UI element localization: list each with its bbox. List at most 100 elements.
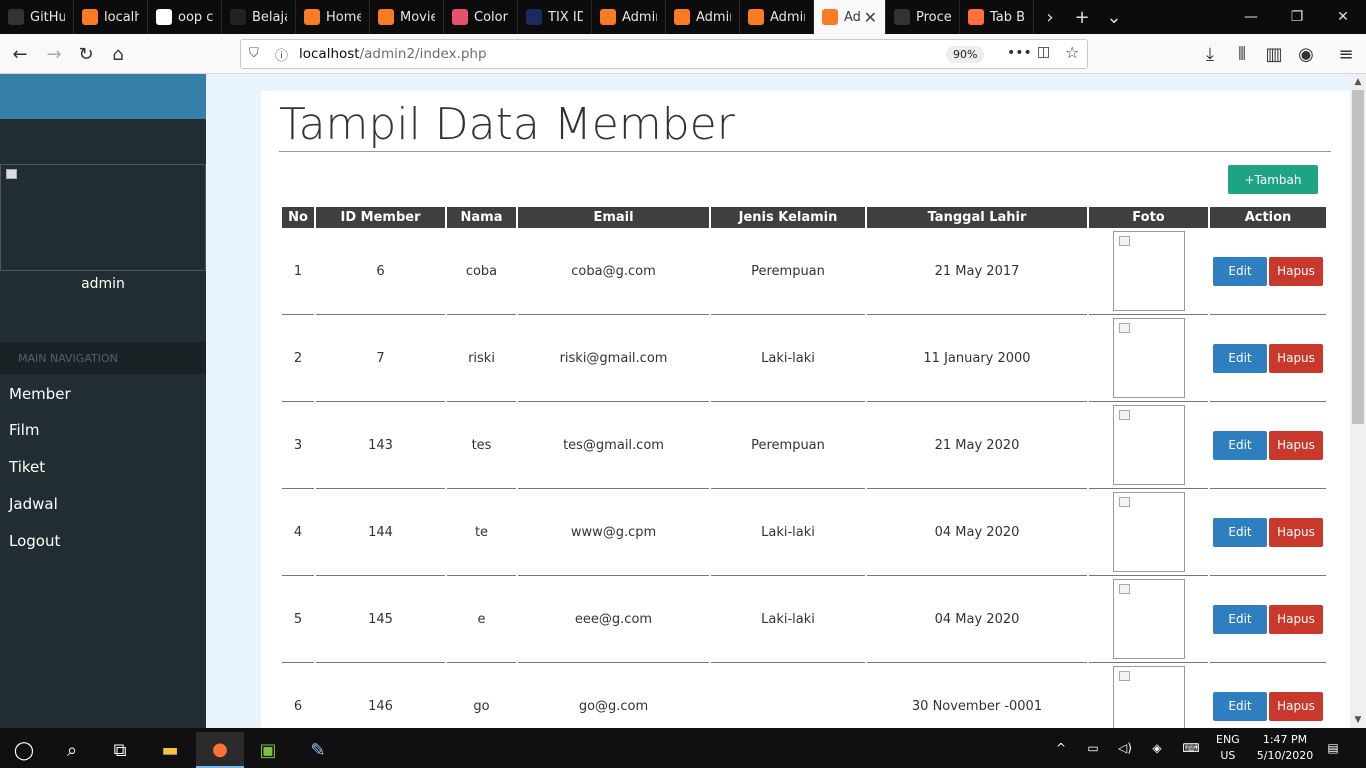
menu-hamburger-icon[interactable]: ≡ — [1332, 40, 1360, 68]
keyboard-icon[interactable]: ⌨ — [1178, 728, 1204, 768]
taskbar-clock[interactable]: 1:47 PM 5/10/2020 — [1250, 732, 1320, 764]
sidebar-item-logout[interactable]: Logout — [9, 532, 60, 550]
sidebar-item-jadwal[interactable]: Jadwal — [9, 495, 58, 513]
tab-label: oop cr — [178, 9, 213, 25]
browser-tab[interactable]: Color — [444, 0, 518, 34]
restore-window-icon[interactable]: ❐ — [1274, 0, 1320, 34]
volume-icon[interactable]: ◁) — [1114, 728, 1136, 768]
bookmark-star-icon[interactable]: ☆ — [1065, 43, 1079, 62]
browser-tab[interactable]: oop cr — [148, 0, 222, 34]
cell-nama: coba — [447, 228, 516, 315]
page-actions-icon[interactable]: ••• — [1007, 45, 1032, 61]
language-code: ENG — [1216, 733, 1240, 746]
close-window-icon[interactable]: ✕ — [1320, 0, 1366, 34]
library-icon[interactable]: ⫴ — [1228, 40, 1256, 68]
codepolitan-icon — [230, 9, 246, 25]
file-explorer-icon[interactable]: ▬ — [146, 732, 194, 768]
cell-jenis-kelamin: Laki-laki — [711, 315, 865, 402]
search-icon[interactable]: ⌕ — [48, 732, 96, 768]
table-row: 6 146 go go@g.com 30 November -0001 Edit Hapus — [282, 663, 1326, 728]
browser-tab[interactable]: GitHub — [0, 0, 74, 34]
tixid-icon — [526, 9, 542, 25]
list-all-tabs-icon[interactable]: ⌄ — [1098, 0, 1130, 34]
cell-id-member: 146 — [316, 663, 445, 728]
browser-tab[interactable]: Belajar — [222, 0, 296, 34]
account-icon[interactable]: ◉ — [1292, 40, 1320, 68]
info-icon[interactable]: ⓘ — [275, 45, 288, 64]
minimize-window-icon[interactable]: — — [1228, 0, 1274, 34]
cell-action: Edit Hapus — [1210, 402, 1326, 489]
cell-email: tes@gmail.com — [518, 402, 709, 489]
cell-nama: e — [447, 576, 516, 663]
browser-tab[interactable]: Admin — [666, 0, 740, 34]
downloads-icon[interactable]: ⤓ — [1196, 40, 1224, 68]
scroll-up-arrow-icon[interactable]: ▲ — [1350, 74, 1366, 90]
cell-no: 2 — [282, 315, 314, 402]
cell-no: 3 — [282, 402, 314, 489]
tray-chevron-up-icon[interactable]: ^ — [1050, 728, 1072, 768]
browser-tab[interactable]: Ad ✕ — [814, 0, 886, 34]
delete-button[interactable]: Hapus — [1269, 343, 1323, 373]
notepad-plus-icon[interactable]: ▣ — [244, 732, 292, 768]
delete-button[interactable]: Hapus — [1269, 256, 1323, 286]
title-divider — [279, 151, 1331, 152]
firefox-icon[interactable]: ● — [196, 732, 244, 768]
browser-tab[interactable]: Proces — [886, 0, 960, 34]
edit-button[interactable]: Edit — [1213, 604, 1267, 634]
edit-button[interactable]: Edit — [1213, 691, 1267, 721]
sidebar-item-tiket[interactable]: Tiket — [9, 458, 45, 476]
browser-tab[interactable]: TIX ID — [518, 0, 592, 34]
windows-start-icon[interactable]: ◯ — [0, 732, 48, 768]
cell-action: Edit Hapus — [1210, 489, 1326, 576]
tab-label: Admin — [770, 9, 805, 25]
cell-nama: go — [447, 663, 516, 728]
delete-button[interactable]: Hapus — [1269, 517, 1323, 547]
browser-tab[interactable]: localhost — [74, 0, 148, 34]
back-arrow-icon[interactable]: ← — [6, 40, 34, 68]
dropbox-icon[interactable]: ◈ — [1146, 728, 1168, 768]
browser-tab[interactable]: Tab Ba — [960, 0, 1034, 34]
sidebar-item-film[interactable]: Film — [9, 421, 39, 439]
url-bar[interactable]: ⛉ ⓘ localhost/admin2/index.php 90% ••• ◫… — [240, 39, 1088, 69]
reload-icon[interactable]: ↻ — [72, 40, 100, 68]
paint-icon[interactable]: ✎ — [294, 732, 342, 768]
browser-tab[interactable]: Home — [296, 0, 370, 34]
delete-button[interactable]: Hapus — [1269, 430, 1323, 460]
sidebar-brand-bar — [0, 74, 206, 119]
zoom-badge[interactable]: 90% — [946, 46, 985, 63]
sidebar-toggle-icon[interactable]: ▥ — [1260, 40, 1288, 68]
home-icon[interactable]: ⌂ — [104, 40, 132, 68]
broken-image-icon — [1118, 497, 1130, 507]
cell-nama: tes — [447, 402, 516, 489]
sidebar-item-member[interactable]: Member — [9, 385, 71, 403]
region-code: US — [1220, 749, 1236, 762]
shield-icon[interactable]: ⛉ — [249, 46, 259, 61]
delete-button[interactable]: Hapus — [1269, 691, 1323, 721]
scrollbar-thumb[interactable] — [1352, 90, 1364, 424]
forward-arrow-icon[interactable]: → — [40, 40, 68, 68]
cell-foto — [1089, 663, 1208, 728]
scroll-down-arrow-icon[interactable]: ▼ — [1350, 712, 1366, 728]
url-text[interactable]: localhost/admin2/index.php — [299, 46, 487, 62]
task-view-icon[interactable]: ⧉ — [96, 732, 144, 768]
browser-tab[interactable]: Admin — [740, 0, 814, 34]
table-body: 1 6 coba coba@g.com Perempuan 21 May 2017 Edit… — [282, 228, 1326, 728]
edit-button[interactable]: Edit — [1213, 430, 1267, 460]
tab-scroll-right-icon[interactable]: › — [1034, 0, 1066, 34]
pocket-icon[interactable]: ◫ — [1037, 44, 1050, 60]
browser-tab[interactable]: Movie — [370, 0, 444, 34]
edit-button[interactable]: Edit — [1213, 256, 1267, 286]
browser-tab[interactable]: Admin — [592, 0, 666, 34]
battery-icon[interactable]: ▭ — [1082, 728, 1104, 768]
edit-button[interactable]: Edit — [1213, 343, 1267, 373]
add-member-button[interactable]: +Tambah — [1228, 165, 1318, 194]
close-tab-icon[interactable]: ✕ — [864, 8, 877, 27]
xampp-icon — [822, 9, 838, 25]
language-indicator[interactable]: ENG US — [1216, 732, 1240, 764]
cell-nama: te — [447, 489, 516, 576]
delete-button[interactable]: Hapus — [1269, 604, 1323, 634]
new-tab-icon[interactable]: + — [1066, 0, 1098, 34]
edit-button[interactable]: Edit — [1213, 517, 1267, 547]
page-scrollbar[interactable]: ▲ ▼ — [1350, 74, 1366, 728]
notification-center-icon[interactable]: ▤ — [1320, 728, 1346, 768]
